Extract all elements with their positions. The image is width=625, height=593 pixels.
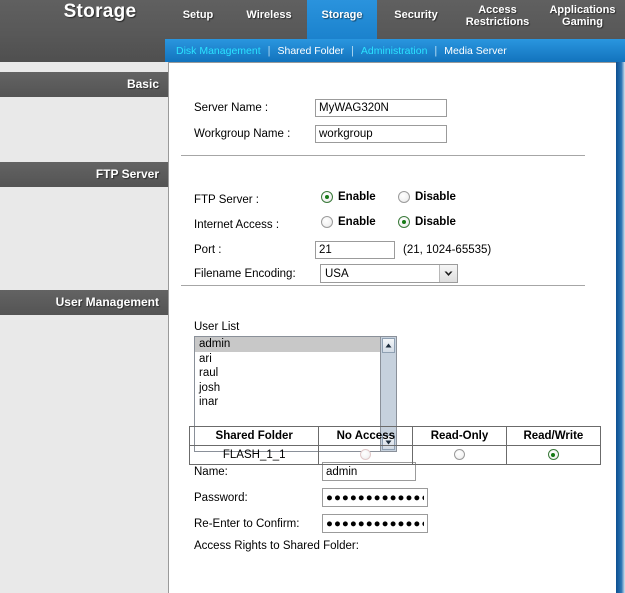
radio-internet-disable-label: Disable [415, 216, 456, 228]
radio-internet-enable[interactable]: Enable [321, 216, 376, 228]
filename-encoding-select[interactable]: USA [320, 264, 458, 283]
label-internet-access: Internet Access : [194, 219, 280, 231]
subtab-divider: | [267, 44, 271, 57]
subtab-divider: | [351, 44, 354, 57]
col-read-only: Read-Only [412, 426, 507, 446]
sidebar-section-ftp-server: FTP Server [0, 162, 168, 187]
radio-ftp-enable[interactable]: Enable [321, 191, 376, 203]
subtab-media-server[interactable]: Media Server [437, 45, 513, 57]
col-read-write: Read/Write [505, 426, 602, 446]
port-input[interactable] [315, 241, 395, 259]
section-divider-2 [181, 285, 585, 286]
sidebar: Basic FTP Server User Management [0, 62, 168, 593]
label-name: Name: [194, 466, 228, 478]
subtab-disk-management[interactable]: Disk Management [169, 45, 268, 57]
cell-no-access[interactable] [318, 445, 414, 465]
list-item[interactable]: raul [195, 366, 380, 381]
access-rights-table: Shared Folder No Access Read-Only Read/W… [188, 426, 602, 465]
password-input[interactable] [322, 488, 428, 507]
table-header-row: Shared Folder No Access Read-Only Read/W… [188, 426, 602, 446]
content-panel: Server Name : Workgroup Name : FTP Serve… [168, 62, 616, 593]
label-access-rights: Access Rights to Shared Folder: [194, 540, 359, 552]
radio-no-access[interactable] [360, 449, 372, 461]
list-item[interactable]: josh [195, 381, 380, 396]
radio-ftp-disable-dot [398, 191, 410, 203]
list-item[interactable]: admin [195, 337, 380, 352]
cell-read-write[interactable] [505, 445, 602, 465]
label-port: Port : [194, 244, 222, 256]
sidebar-section-user-management: User Management [0, 290, 168, 315]
tab-applications-gaming[interactable]: Applications Gaming [540, 0, 625, 39]
radio-internet-disable[interactable]: Disable [398, 216, 456, 228]
sub-tab-bar: Disk Management | Shared Folder | Admini… [165, 39, 625, 62]
confirm-password-input[interactable] [322, 514, 428, 533]
radio-internet-enable-label: Enable [338, 216, 376, 228]
col-shared-folder: Shared Folder [188, 426, 320, 446]
tab-storage[interactable]: Storage [307, 0, 377, 39]
brand-title: Storage [63, 1, 137, 22]
radio-ftp-disable-label: Disable [415, 191, 456, 203]
table-row: FLASH_1_1 [188, 445, 602, 465]
subtab-administration[interactable]: Administration [354, 45, 435, 57]
radio-ftp-disable[interactable]: Disable [398, 191, 456, 203]
tab-wireless[interactable]: Wireless [231, 0, 307, 39]
subtab-shared-folder[interactable]: Shared Folder [270, 45, 351, 57]
server-name-input[interactable] [315, 99, 447, 117]
label-user-list: User List [194, 321, 240, 333]
radio-ftp-enable-dot [321, 191, 333, 203]
workgroup-name-input[interactable] [315, 125, 447, 143]
col-no-access: No Access [318, 426, 414, 446]
radio-ftp-enable-label: Enable [338, 191, 376, 203]
main-tab-bar: Setup Wireless Storage Security Access R… [165, 0, 625, 39]
radio-internet-disable-dot [398, 216, 410, 228]
tab-security[interactable]: Security [377, 0, 455, 39]
chevron-down-icon [439, 265, 457, 282]
label-workgroup-name: Workgroup Name : [194, 128, 291, 140]
cell-folder-name: FLASH_1_1 [188, 445, 320, 465]
label-reenter-confirm: Re-Enter to Confirm: [194, 518, 300, 530]
tab-setup[interactable]: Setup [165, 0, 231, 39]
subtab-divider: | [434, 44, 438, 57]
port-range-hint: (21, 1024-65535) [403, 244, 492, 256]
label-ftp-server: FTP Server : [194, 194, 259, 206]
list-item[interactable]: ari [195, 352, 380, 367]
right-border [616, 62, 625, 593]
section-divider-1 [181, 155, 585, 156]
label-server-name: Server Name : [194, 102, 269, 114]
list-item[interactable]: inar [195, 395, 380, 410]
filename-encoding-value: USA [325, 267, 349, 280]
tab-access-restrictions[interactable]: Access Restrictions [455, 0, 540, 39]
label-password: Password: [194, 492, 248, 504]
scroll-up-arrow-icon[interactable] [382, 338, 395, 353]
radio-read-write[interactable] [547, 449, 559, 461]
radio-read-only[interactable] [453, 449, 465, 461]
cell-read-only[interactable] [412, 445, 507, 465]
radio-internet-enable-dot [321, 216, 333, 228]
label-filename-encoding: Filename Encoding: [194, 268, 296, 280]
page-header: Storage Setup Wireless Storage Security … [0, 0, 625, 62]
sidebar-section-basic: Basic [0, 72, 168, 97]
